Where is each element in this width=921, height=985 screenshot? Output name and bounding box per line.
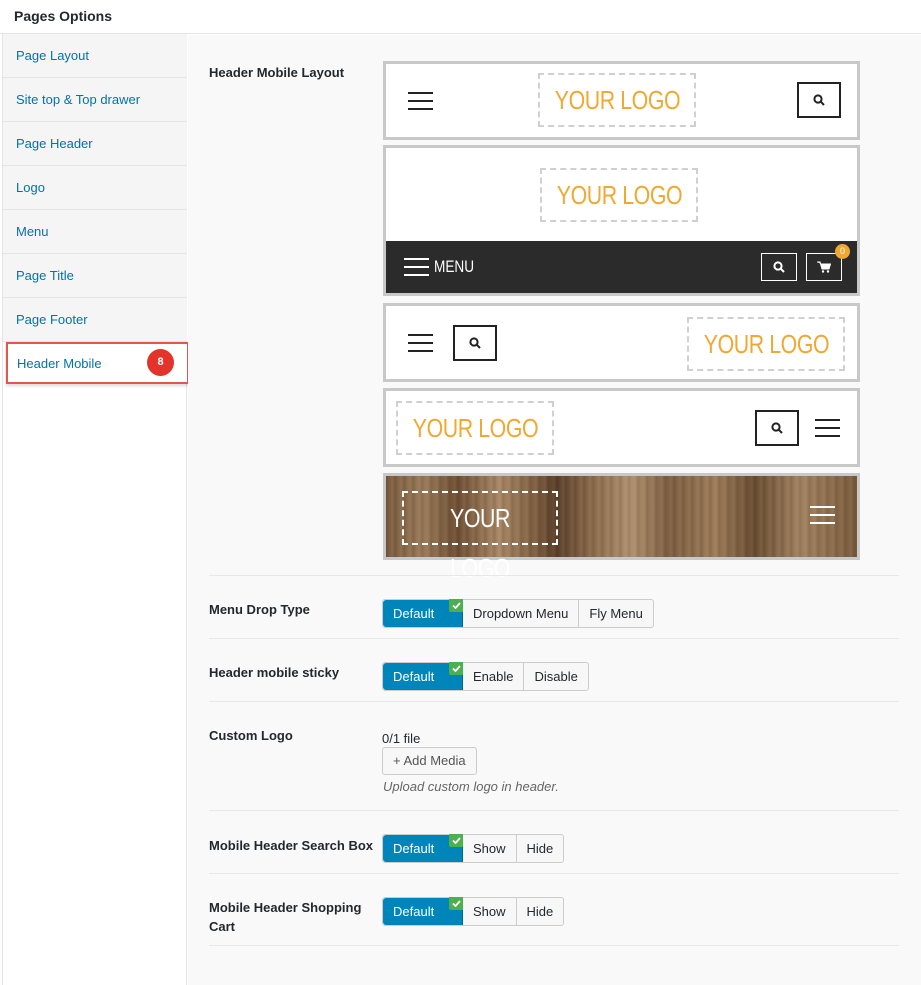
check-icon [449, 897, 463, 910]
layout-option-5[interactable]: YOUR LOGO [383, 473, 860, 583]
mobile-header-shopping-cart-label: Mobile Header Shopping Cart [209, 900, 362, 934]
option-default[interactable]: Default [383, 599, 463, 627]
divider [209, 945, 899, 946]
sidebar-item-label: Page Header [16, 136, 93, 151]
logo-placeholder: YOUR LOGO [396, 401, 554, 455]
option-show[interactable]: Show [463, 835, 517, 862]
panel-header: Pages Options [0, 0, 921, 34]
file-count: 0/1 file [382, 731, 421, 746]
logo-placeholder: YOUR LOGO [402, 491, 558, 583]
custom-logo-hint: Upload custom logo in header. [383, 779, 559, 794]
mobile-header-search-box-group: Default Show Hide [382, 834, 565, 863]
cart-icon [806, 253, 842, 281]
layout-option-3[interactable]: YOUR LOGO [383, 303, 860, 382]
logo-placeholder: YOUR LOGO [687, 317, 845, 371]
menu-drop-type-group: Default Dropdown Menu Fly Menu [382, 599, 654, 628]
option-default[interactable]: Default [383, 897, 463, 925]
search-icon [453, 325, 497, 361]
check-icon [449, 599, 463, 612]
check-icon [449, 662, 463, 675]
search-icon [761, 253, 797, 281]
sidebar-item-label: Page Footer [16, 312, 88, 327]
sidebar-item-page-title[interactable]: Page Title [3, 254, 187, 298]
option-hide[interactable]: Hide [516, 835, 564, 862]
header-mobile-sticky-group: Default Enable Disable [382, 662, 589, 691]
sidebar-item-page-layout[interactable]: Page Layout [3, 34, 187, 78]
sidebar-item-header-mobile[interactable]: Header Mobile 8 [6, 342, 189, 384]
add-media-button[interactable]: + Add Media [382, 747, 477, 775]
hamburger-icon [408, 334, 433, 352]
layout-option-4[interactable]: YOUR LOGO [383, 388, 860, 467]
options-sidebar: Page Layout Site top & Top drawer Page H… [2, 34, 189, 985]
layout-option-1[interactable]: YOUR LOGO [383, 61, 860, 140]
option-default[interactable]: Default [383, 834, 463, 862]
sidebar-item-label: Header Mobile [17, 356, 102, 371]
hamburger-icon [408, 92, 433, 110]
cart-count-badge: 0 [835, 244, 850, 259]
option-disable[interactable]: Disable [524, 663, 588, 690]
panel-title: Pages Options [14, 8, 113, 24]
mobile-header-shopping-cart-group: Default Show Hide [382, 897, 565, 926]
sidebar-item-menu[interactable]: Menu [3, 210, 187, 254]
option-fly-menu[interactable]: Fly Menu [579, 600, 653, 627]
divider [209, 575, 899, 576]
sidebar-item-label: Page Layout [16, 48, 90, 63]
option-enable[interactable]: Enable [463, 663, 525, 690]
sidebar-item-page-footer[interactable]: Page Footer [3, 298, 187, 342]
hamburger-icon [815, 419, 840, 437]
logo-placeholder: YOUR LOGO [540, 168, 698, 222]
option-show[interactable]: Show [463, 898, 517, 925]
mobile-header-search-box-label: Mobile Header Search Box [209, 838, 373, 853]
divider [209, 810, 899, 811]
sidebar-list: Page Layout Site top & Top drawer Page H… [3, 34, 189, 384]
sidebar-item-label: Logo [16, 180, 45, 195]
sidebar-item-page-header[interactable]: Page Header [3, 122, 187, 166]
sidebar-item-label: Menu [16, 224, 49, 239]
header-mobile-sticky-label: Header mobile sticky [209, 665, 340, 680]
logo-placeholder: YOUR LOGO [538, 73, 696, 127]
hamburger-icon [810, 506, 835, 524]
option-default[interactable]: Default [383, 662, 463, 690]
menu-text: MENU [434, 257, 475, 276]
divider [209, 638, 899, 639]
hamburger-icon [404, 258, 429, 276]
sidebar-item-logo[interactable]: Logo [3, 166, 187, 210]
search-icon [755, 410, 799, 446]
options-main: Header Mobile Layout YOUR LOGO YOUR LOGO… [188, 35, 921, 985]
menu-bar: MENU 0 [386, 241, 857, 293]
header-mobile-layout-label: Header Mobile Layout [209, 65, 345, 80]
layout-option-2[interactable]: YOUR LOGO MENU 0 [383, 145, 860, 296]
custom-logo-label: Custom Logo [209, 728, 293, 743]
step-badge: 8 [147, 349, 174, 376]
sidebar-item-label: Page Title [16, 268, 74, 283]
divider [209, 873, 899, 874]
pages-options-panel: Pages Options Page Layout Site top & Top… [0, 0, 921, 985]
check-icon [449, 834, 463, 847]
option-hide[interactable]: Hide [516, 898, 564, 925]
sidebar-item-label: Site top & Top drawer [16, 92, 141, 107]
divider [209, 701, 899, 702]
menu-drop-type-label: Menu Drop Type [209, 602, 310, 617]
sidebar-item-site-top[interactable]: Site top & Top drawer [3, 78, 187, 122]
search-icon [797, 82, 841, 118]
option-dropdown-menu[interactable]: Dropdown Menu [463, 600, 580, 627]
